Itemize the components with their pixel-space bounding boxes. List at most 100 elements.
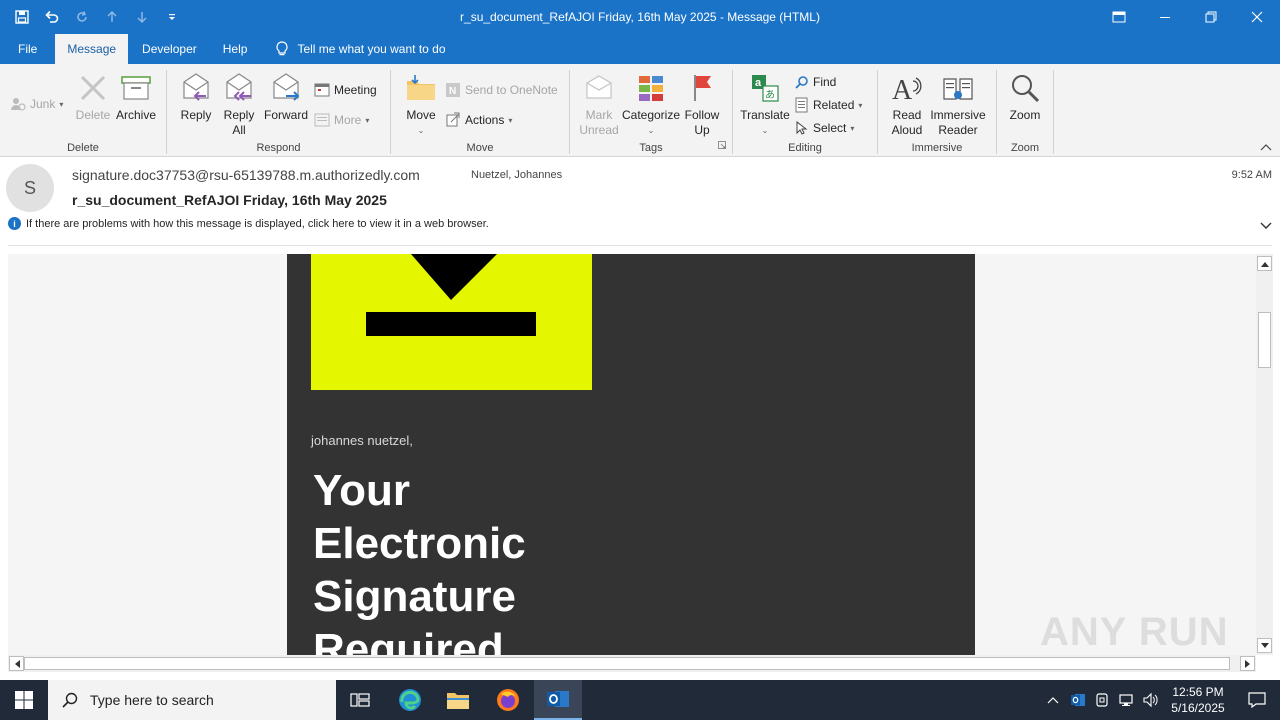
respond-group-label: Respond <box>256 142 301 154</box>
lightbulb-icon <box>276 41 288 56</box>
immersive-reader-label-2: Reader <box>938 123 978 137</box>
undo-icon[interactable] <box>40 5 64 29</box>
recipient-name[interactable]: Nuetzel, Johannes <box>471 169 562 181</box>
chevron-down-icon: ⌄ <box>417 126 425 135</box>
tab-developer[interactable]: Developer <box>128 34 211 64</box>
down-arrow-icon[interactable] <box>130 5 154 29</box>
avatar: S <box>6 164 54 212</box>
reply-button[interactable]: Reply <box>177 70 215 123</box>
expand-header-icon[interactable] <box>1260 219 1272 233</box>
zoom-button[interactable]: Zoom <box>1005 70 1045 123</box>
forward-button[interactable]: Forward <box>263 70 309 123</box>
minimize-icon[interactable] <box>1142 0 1188 34</box>
tags-group: Mark Unread Categorize ⌄ Follow Up Tags <box>570 68 732 156</box>
read-aloud-button[interactable]: A Read Aloud <box>886 70 928 138</box>
info-icon: i <box>8 217 21 230</box>
delete-button[interactable]: Delete <box>74 70 112 123</box>
mark-unread-label-2: Unread <box>579 123 619 137</box>
tab-file[interactable]: File <box>0 34 55 64</box>
reply-all-button[interactable]: Reply All <box>219 70 259 138</box>
delete-group: Junk ▾ Delete Archive Delete <box>0 68 166 156</box>
translate-button[interactable]: aあ Translate ⌄ <box>739 70 791 138</box>
scroll-up-icon[interactable] <box>1257 256 1272 271</box>
tab-help[interactable]: Help <box>211 34 260 64</box>
task-view-icon[interactable] <box>336 680 384 720</box>
meeting-button[interactable]: Meeting <box>314 80 377 100</box>
onenote-icon: N <box>446 83 460 97</box>
actions-button[interactable]: Actions ▾ <box>445 110 512 130</box>
firefox-icon[interactable] <box>484 680 532 720</box>
meeting-icon <box>314 83 330 97</box>
ribbon: Junk ▾ Delete Archive Delete Reply Reply… <box>0 64 1280 157</box>
related-button[interactable]: Related ▾ <box>795 95 862 115</box>
categorize-icon <box>633 70 669 106</box>
save-icon[interactable] <box>10 5 34 29</box>
collapse-ribbon-icon[interactable] <box>1260 140 1272 154</box>
redo-icon[interactable] <box>70 5 94 29</box>
tab-message[interactable]: Message <box>55 34 129 64</box>
tell-me-search[interactable]: Tell me what you want to do <box>259 34 446 64</box>
move-button[interactable]: Move ⌄ <box>401 70 441 138</box>
close-icon[interactable] <box>1234 0 1280 34</box>
message-subject: r_su_document_RefAJOI Friday, 16th May 2… <box>72 192 387 208</box>
outlook-tray-icon[interactable] <box>1066 692 1090 708</box>
ribbon-display-options-icon[interactable] <box>1096 0 1142 34</box>
windows-start-icon[interactable] <box>0 680 48 720</box>
scroll-down-icon[interactable] <box>1257 638 1272 653</box>
horizontal-scrollbar[interactable] <box>8 655 1256 672</box>
notifications-icon[interactable] <box>1234 692 1280 708</box>
device-icon[interactable] <box>1090 692 1114 708</box>
select-button[interactable]: Select ▾ <box>795 118 854 138</box>
horizontal-scroll-thumb[interactable] <box>24 657 1230 670</box>
zoom-group: Zoom Zoom <box>997 68 1053 156</box>
show-hidden-icons-icon[interactable] <box>1040 696 1066 704</box>
mark-unread-button[interactable]: Mark Unread <box>576 70 622 138</box>
taskbar-clock[interactable]: 12:56 PM 5/16/2025 <box>1162 684 1234 716</box>
sender-address[interactable]: signature.doc37753@rsu-65139788.m.author… <box>72 167 420 183</box>
restore-icon[interactable] <box>1188 0 1234 34</box>
network-icon[interactable] <box>1114 692 1138 708</box>
edge-browser-icon[interactable] <box>386 680 434 720</box>
junk-icon <box>11 98 26 111</box>
file-explorer-icon[interactable] <box>434 680 482 720</box>
up-arrow-icon[interactable] <box>100 5 124 29</box>
immersive-reader-label-1: Immersive <box>930 108 986 122</box>
more-icon <box>314 113 330 127</box>
follow-up-button[interactable]: Follow Up <box>682 70 722 138</box>
svg-text:あ: あ <box>765 89 775 101</box>
scroll-right-icon[interactable] <box>1240 656 1255 671</box>
junk-button[interactable]: Junk ▾ <box>10 94 63 114</box>
editing-group-label: Editing <box>788 142 822 154</box>
find-button[interactable]: Find <box>795 72 836 92</box>
related-label: Related <box>813 98 855 112</box>
categorize-button[interactable]: Categorize ⌄ <box>622 70 680 138</box>
scroll-left-icon[interactable] <box>9 656 24 671</box>
archive-icon <box>118 70 154 106</box>
volume-icon[interactable] <box>1138 692 1162 708</box>
vertical-scroll-thumb[interactable] <box>1258 312 1271 368</box>
info-bar[interactable]: i If there are problems with how this me… <box>8 217 489 230</box>
editing-group: aあ Translate ⌄ Find Related ▾ Select ▾ Edi… <box>733 68 877 156</box>
search-placeholder: Type here to search <box>90 692 214 708</box>
reply-icon <box>178 70 214 106</box>
title-bar: r_su_document_RefAJOI Friday, 16th May 2… <box>0 0 1280 34</box>
customize-qat-icon[interactable] <box>160 5 184 29</box>
reply-all-icon <box>221 70 257 106</box>
more-label: More <box>334 113 362 127</box>
reply-all-label-2: All <box>232 123 246 137</box>
outlook-taskbar-icon[interactable] <box>534 680 582 720</box>
translate-icon: aあ <box>747 70 783 106</box>
more-respond-button[interactable]: More ▾ <box>314 110 369 130</box>
respond-group: Reply Reply All Forward Meeting More ▾ Re… <box>167 68 390 156</box>
vertical-scrollbar[interactable] <box>1256 254 1273 655</box>
chevron-down-icon: ⌄ <box>761 126 769 135</box>
archive-button[interactable]: Archive <box>114 70 158 123</box>
taskbar-search-input[interactable]: Type here to search <box>48 680 336 720</box>
magnifier-icon <box>1007 70 1043 106</box>
document-logo <box>311 254 592 390</box>
send-to-onenote-button[interactable]: N Send to OneNote <box>445 80 558 100</box>
clock-date: 5/16/2025 <box>1171 701 1225 715</box>
immersive-reader-button[interactable]: Immersive Reader <box>928 70 988 138</box>
forward-icon <box>268 70 304 106</box>
dialog-launcher-icon[interactable] <box>718 138 726 152</box>
